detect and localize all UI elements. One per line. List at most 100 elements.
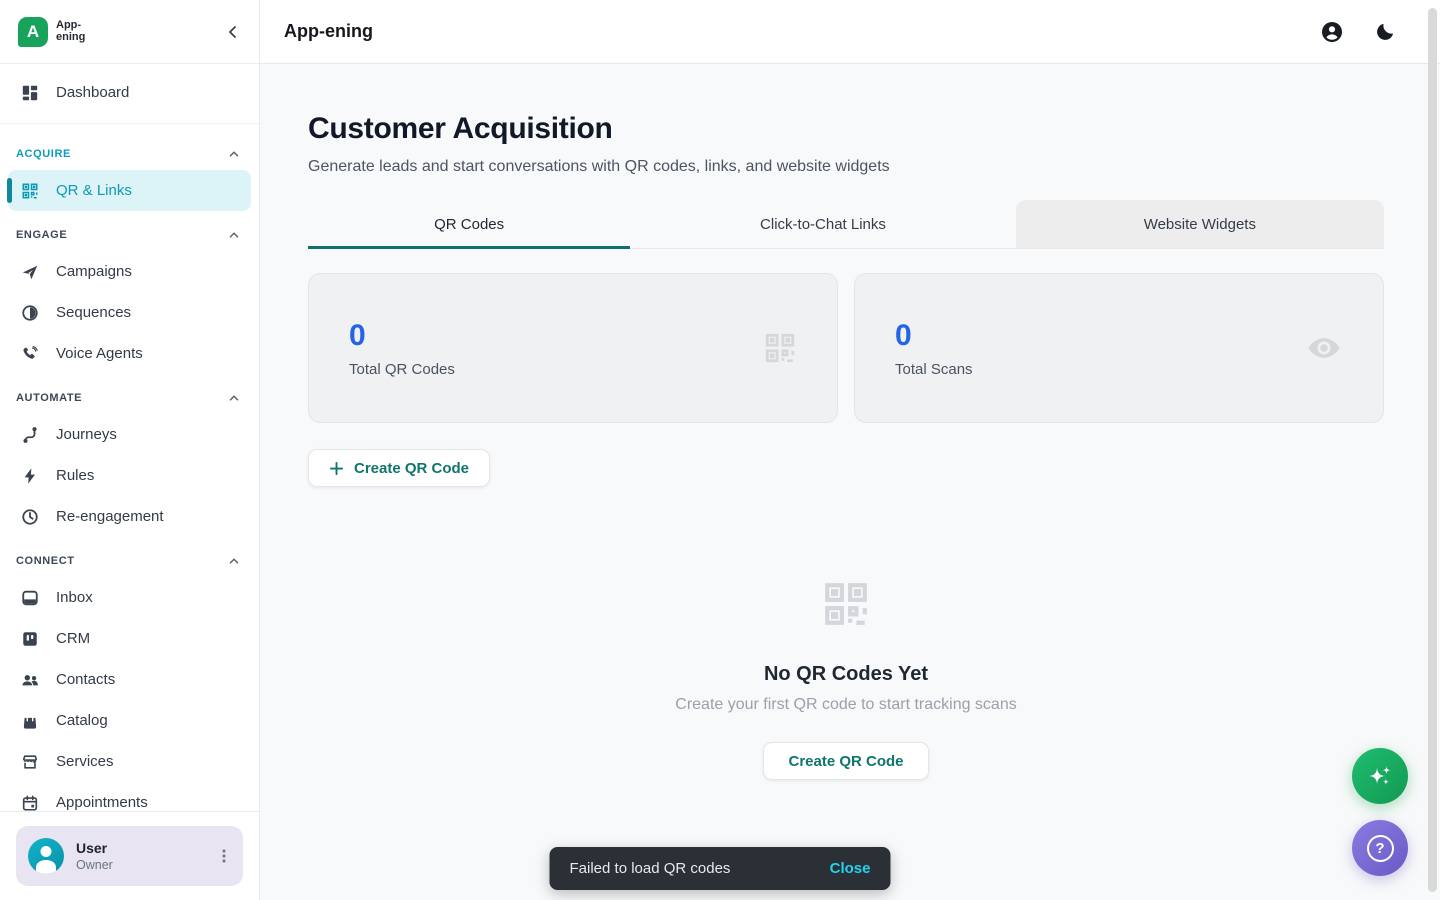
clock-icon <box>20 507 40 527</box>
chevron-up-icon <box>227 391 241 405</box>
kebab-menu-icon[interactable] <box>217 848 231 864</box>
empty-state: No QR Codes Yet Create your first QR cod… <box>308 579 1384 780</box>
empty-state-title: No QR Codes Yet <box>764 663 928 686</box>
moon-icon[interactable] <box>1374 21 1396 43</box>
sidebar-item-rules[interactable]: Rules <box>8 455 251 496</box>
sparkles-icon <box>1367 763 1393 789</box>
stat-card-total-qr-codes: 0 Total QR Codes <box>308 273 838 423</box>
qr-code-icon <box>763 331 797 365</box>
topbar-actions <box>1320 20 1396 44</box>
sidebar-item-label: Contacts <box>56 671 115 688</box>
sidebar-item-label: Catalog <box>56 712 108 729</box>
create-qr-code-button[interactable]: Create QR Code <box>308 449 490 487</box>
sidebar-item-appointments[interactable]: Appointments <box>8 782 251 811</box>
create-qr-code-button-empty[interactable]: Create QR Code <box>763 742 928 780</box>
tab-bar: QR Codes Click-to-Chat Links Website Wid… <box>308 200 1384 249</box>
section-label: ACQUIRE <box>16 148 71 160</box>
section-header-connect[interactable]: CONNECT <box>0 541 259 577</box>
empty-state-subtitle: Create your first QR code to start track… <box>675 696 1016 714</box>
sidebar-item-label: Re-engagement <box>56 508 164 525</box>
section-label: ENGAGE <box>16 229 67 241</box>
route-icon <box>20 425 40 445</box>
sidebar-item-label: Dashboard <box>56 84 129 101</box>
sidebar-item-sequences[interactable]: Sequences <box>8 292 251 333</box>
storefront-icon <box>20 752 40 772</box>
chevron-up-icon <box>227 228 241 242</box>
help-fab[interactable]: ? <box>1352 820 1408 876</box>
account-icon[interactable] <box>1320 20 1344 44</box>
sidebar: A App- ening Dashboard ACQUIRE <box>0 0 260 900</box>
sidebar-item-voice-agents[interactable]: Voice Agents <box>8 333 251 374</box>
active-indicator <box>7 178 12 203</box>
sidebar-item-journeys[interactable]: Journeys <box>8 414 251 455</box>
toast-close-button[interactable]: Close <box>830 860 871 877</box>
half-circle-icon <box>20 303 40 323</box>
sidebar-item-campaigns[interactable]: Campaigns <box>8 251 251 292</box>
stats-row: 0 Total QR Codes 0 Total Scans <box>308 273 1384 423</box>
tab-website-widgets[interactable]: Website Widgets <box>1016 200 1384 248</box>
section-engage: ENGAGE Campaigns Sequences Voice Agent <box>0 215 259 374</box>
section-header-automate[interactable]: AUTOMATE <box>0 378 259 414</box>
sidebar-item-label: Rules <box>56 467 94 484</box>
sidebar-item-qr-links[interactable]: QR & Links <box>8 170 251 211</box>
brand-logo-icon: A <box>18 17 48 47</box>
topbar: App-ening <box>260 0 1440 64</box>
user-meta: User Owner <box>76 840 205 872</box>
sidebar-item-re-engagement[interactable]: Re-engagement <box>8 496 251 537</box>
page-header-title: App-ening <box>284 21 373 42</box>
section-automate: AUTOMATE Journeys Rules Re-engagement <box>0 378 259 537</box>
eye-icon <box>1305 333 1343 363</box>
sidebar-item-catalog[interactable]: Catalog <box>8 700 251 741</box>
toast-message: Failed to load QR codes <box>570 860 731 877</box>
user-card[interactable]: User Owner <box>16 826 243 886</box>
dashboard-icon <box>20 83 40 103</box>
shopping-bag-icon <box>20 711 40 731</box>
scrollbar[interactable] <box>1428 8 1437 892</box>
section-header-engage[interactable]: ENGAGE <box>0 215 259 251</box>
sidebar-collapse-icon[interactable] <box>225 24 241 40</box>
sidebar-item-label: CRM <box>56 630 90 647</box>
calendar-icon <box>20 793 40 812</box>
chevron-up-icon <box>227 554 241 568</box>
tab-qr-codes[interactable]: QR Codes <box>308 200 630 248</box>
stat-value: 0 <box>349 319 455 353</box>
qr-code-icon <box>821 579 871 629</box>
plus-icon <box>329 461 344 476</box>
section-header-acquire[interactable]: ACQUIRE <box>0 134 259 170</box>
page-subtitle: Generate leads and start conversations w… <box>308 158 1384 176</box>
phone-call-icon <box>20 344 40 364</box>
lightning-icon <box>20 466 40 486</box>
send-icon <box>20 262 40 282</box>
sidebar-item-dashboard[interactable]: Dashboard <box>8 72 251 113</box>
user-role: Owner <box>76 858 205 872</box>
stat-card-total-scans: 0 Total Scans <box>854 273 1384 423</box>
sidebar-item-contacts[interactable]: Contacts <box>8 659 251 700</box>
sidebar-nav: Dashboard ACQUIRE QR & Links ENGAGE <box>0 64 259 811</box>
sidebar-item-label: Journeys <box>56 426 117 443</box>
chevron-up-icon <box>227 147 241 161</box>
stat-value: 0 <box>895 319 973 353</box>
kanban-icon <box>20 629 40 649</box>
avatar <box>28 838 64 874</box>
qr-code-icon <box>20 181 40 201</box>
sidebar-item-label: Appointments <box>56 794 148 811</box>
section-label: AUTOMATE <box>16 392 82 404</box>
stat-label: Total QR Codes <box>349 361 455 378</box>
section-connect: CONNECT Inbox CRM Contacts <box>0 541 259 811</box>
people-icon <box>20 670 40 690</box>
stat-label: Total Scans <box>895 361 973 378</box>
sidebar-item-crm[interactable]: CRM <box>8 618 251 659</box>
sidebar-item-label: Campaigns <box>56 263 132 280</box>
message-square-icon <box>20 588 40 608</box>
sidebar-item-services[interactable]: Services <box>8 741 251 782</box>
help-icon: ? <box>1367 835 1394 862</box>
sidebar-item-inbox[interactable]: Inbox <box>8 577 251 618</box>
stat-text: 0 Total Scans <box>895 319 973 378</box>
sidebar-item-label: Services <box>56 753 114 770</box>
brand-name: App- ening <box>56 20 85 43</box>
brand: A App- ening <box>18 17 85 47</box>
tab-click-to-chat-links[interactable]: Click-to-Chat Links <box>630 200 1015 248</box>
ai-assistant-fab[interactable] <box>1352 748 1408 804</box>
main-content: Customer Acquisition Generate leads and … <box>260 64 1440 900</box>
divider <box>0 123 259 124</box>
